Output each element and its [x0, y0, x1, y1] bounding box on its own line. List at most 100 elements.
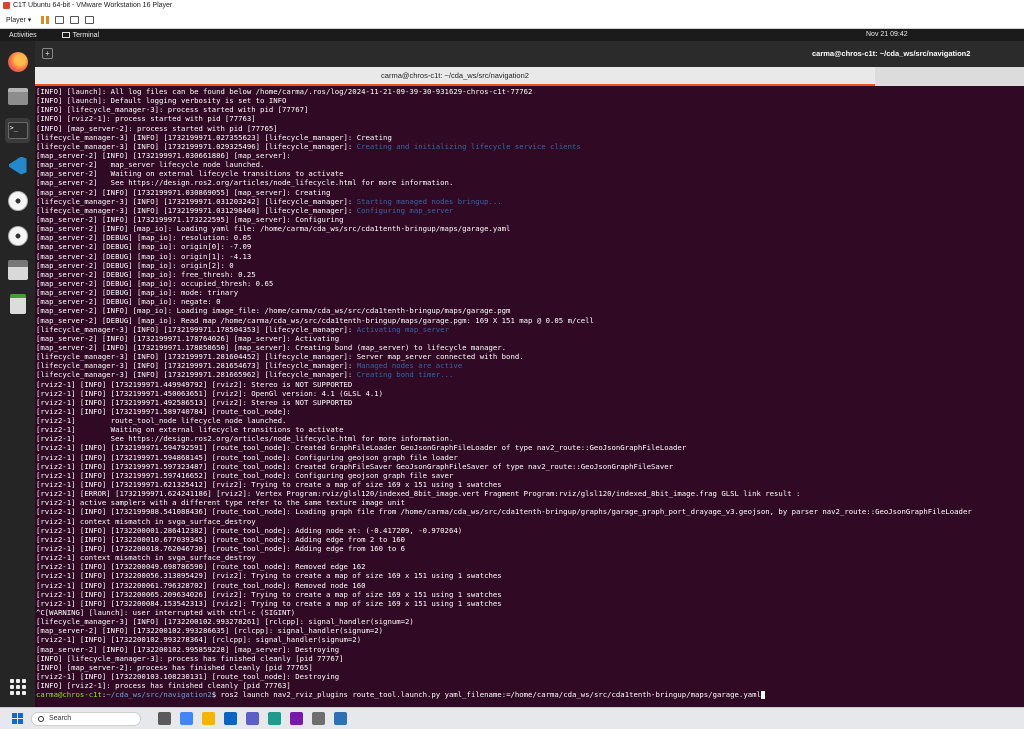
terminal-line: [map_server-2] [DEBUG] [map_io]: mode: t…: [36, 288, 1024, 297]
activities-button[interactable]: Activities: [9, 32, 37, 39]
firefox-icon: [7, 51, 28, 72]
terminal-line-text: [rviz2-1] [INFO] [1732200102.993278364] …: [36, 635, 362, 645]
terminal-line-text: [map_server-2] [DEBUG] [map_io]: origin[…: [36, 260, 234, 270]
terminal-line-text: [map_server-2] Waiting on external lifec…: [36, 169, 344, 179]
terminal-line-text: [rviz2-1] route_tool_node lifecycle node…: [36, 416, 287, 426]
chrome-icon[interactable]: [180, 712, 193, 725]
text-cursor: [760, 691, 765, 700]
file-explorer-icon[interactable]: [158, 712, 171, 725]
terminal-line-highlight: Creating bond timer...: [356, 370, 454, 380]
app-menu-label: Terminal: [72, 31, 100, 39]
taskbar-search-box[interactable]: Search: [31, 711, 141, 726]
dock-firefox[interactable]: [5, 49, 30, 74]
terminal-line-text: [rviz2-1] [INFO] [1732199971.492586513] …: [36, 397, 353, 407]
terminal-line: [map_server-2] [INFO] [map_io]: Loading …: [36, 224, 1024, 233]
teams-icon[interactable]: [246, 712, 259, 725]
terminal-line-text: [rviz2-1] active samplers with a differe…: [36, 498, 406, 508]
terminal-line-text: [rviz2-1] Waiting on external lifecycle …: [36, 425, 344, 435]
terminal-line-text: [lifecycle_manager-3] [INFO] [1732200102…: [36, 617, 414, 627]
show-applications-button[interactable]: [5, 674, 30, 699]
search-placeholder: Search: [49, 715, 72, 722]
terminal-line-text: [map_server-2] [INFO] [1732200102.993286…: [36, 626, 384, 636]
terminal-line-text: [map_server-2] [INFO] [1732199971.178858…: [36, 342, 507, 352]
remote-desktop-icon[interactable]: [334, 712, 347, 725]
terminal-line-highlight: Configuring map_server: [356, 205, 454, 215]
terminal-line-text: [map_server-2] [INFO] [1732199971.030869…: [36, 187, 331, 197]
terminal-line: [map_server-2] [INFO] [map_io]: Loading …: [36, 306, 1024, 315]
terminal-line: [map_server-2] [DEBUG] [map_io]: negate:…: [36, 297, 1024, 306]
terminal-line: [lifecycle_manager-3] [INFO] [1732199971…: [36, 206, 1024, 215]
dock-floppy[interactable]: [5, 257, 30, 282]
terminal-tab[interactable]: carma@chros-c1t: ~/cda_ws/src/navigation…: [35, 67, 875, 86]
player-menu[interactable]: Player ▾: [6, 16, 31, 24]
terminal-line: ^C[WARNING] [launch]: user interrupted w…: [36, 608, 1024, 617]
dock-files[interactable]: [5, 84, 30, 109]
terminal-line: [lifecycle_manager-3] [INFO] [1732199971…: [36, 361, 1024, 370]
terminal-line-text: [INFO] [launch]: All log files can be fo…: [36, 87, 533, 96]
outlook-icon[interactable]: [224, 712, 237, 725]
edge-icon[interactable]: [268, 712, 281, 725]
terminal-line: [rviz2-1] [INFO] [1732200056.313895429] …: [36, 571, 1024, 580]
terminal-line: [lifecycle_manager-3] [INFO] [1732199971…: [36, 142, 1024, 151]
terminal-line-text: [rviz2-1] context mismatch in svga_surfa…: [36, 553, 256, 563]
terminal-line-text: [INFO] [lifecycle_manager-3]: process ha…: [36, 653, 344, 663]
pause-icon[interactable]: [41, 15, 50, 24]
terminal-line: [map_server-2] [INFO] [1732199971.173222…: [36, 215, 1024, 224]
onenote-icon[interactable]: [290, 712, 303, 725]
prompt-path: ~/cda_ws/src/navigation2: [106, 690, 212, 700]
prompt-command: $ ros2 launch nav2_rviz_plugins route_to…: [211, 690, 761, 700]
terminal-line: [map_server-2] Waiting on external lifec…: [36, 169, 1024, 178]
dock-disc-2[interactable]: [5, 223, 30, 248]
search-icon: [38, 715, 44, 722]
terminal-line: [lifecycle_manager-3] [INFO] [1732199971…: [36, 325, 1024, 334]
vscode-icon: [8, 156, 27, 175]
dock-disc-1[interactable]: [5, 188, 30, 213]
terminal-line-text: [map_server-2] [DEBUG] [map_io]: resolut…: [36, 233, 252, 243]
show-apps-icon: [9, 678, 26, 695]
new-tab-button[interactable]: +: [42, 48, 53, 59]
vmware-icon[interactable]: [312, 712, 325, 725]
windows-start-icon[interactable]: [12, 713, 23, 724]
terminal-prompt-line[interactable]: carma@chros-c1t:~/cda_ws/src/navigation2…: [36, 690, 1024, 700]
terminal-line-highlight: Starting managed nodes bringup...: [356, 196, 502, 206]
dock-vscode[interactable]: [5, 153, 30, 178]
terminal-line-text: [rviz2-1] [INFO] [1732200049.698786590] …: [36, 562, 366, 572]
terminal-line-text: [rviz2-1] [INFO] [1732199971.594868145] …: [36, 452, 458, 462]
terminal-line-text: [map_server-2] [DEBUG] [map_io]: negate:…: [36, 297, 221, 307]
terminal-line: [rviz2-1] [INFO] [1732199971.594792591] …: [36, 443, 1024, 452]
terminal-line-text: [map_server-2] [INFO] [1732199971.173222…: [36, 214, 344, 224]
terminal-line-text: [rviz2-1] [INFO] [1732200084.153542313] …: [36, 598, 502, 608]
terminal-line: [rviz2-1] [INFO] [1732200084.153542313] …: [36, 599, 1024, 608]
terminal-icon: >_: [7, 122, 28, 139]
terminal-line: [rviz2-1] [INFO] [1732200061.796328702] …: [36, 581, 1024, 590]
send-ctrl-alt-del-icon[interactable]: [55, 15, 65, 24]
removable-devices-icon[interactable]: [70, 15, 80, 24]
taskbar-pinned-apps: [149, 712, 347, 725]
terminal-output[interactable]: [INFO] [launch]: All log files can be fo…: [35, 86, 1024, 707]
terminal-line: [rviz2-1] [INFO] [1732200103.108230131] …: [36, 672, 1024, 681]
dock-trash[interactable]: [5, 291, 30, 316]
terminal-line: [rviz2-1] context mismatch in svga_surfa…: [36, 553, 1024, 562]
clock[interactable]: Nov 21 09:42: [866, 31, 908, 38]
terminal-line: [lifecycle_manager-3] [INFO] [1732199971…: [36, 352, 1024, 361]
disc-icon: [7, 190, 28, 211]
disc-icon: [7, 225, 28, 246]
terminal-line-text: [INFO] [lifecycle_manager-3]: process st…: [36, 105, 309, 115]
terminal-line-text: [rviz2-1] context mismatch in svga_surfa…: [36, 516, 256, 526]
terminal-line: [INFO] [rviz2-1]: process started with p…: [36, 114, 1024, 123]
app-menu-terminal[interactable]: Terminal: [61, 31, 100, 39]
terminal-line: [rviz2-1] Waiting on external lifecycle …: [36, 425, 1024, 434]
terminal-line-text: [lifecycle_manager-3] [INFO] [1732199971…: [36, 141, 357, 151]
terminal-line-text: [rviz2-1] [INFO] [1732200065.209634026] …: [36, 589, 502, 599]
terminal-line-text: [lifecycle_manager-3] [INFO] [1732199971…: [36, 361, 357, 371]
terminal-line: [map_server-2] [DEBUG] [map_io]: resolut…: [36, 233, 1024, 242]
terminal-line-text: [lifecycle_manager-3] [INFO] [1732199971…: [36, 205, 357, 215]
terminal-line-text: [map_server-2] [DEBUG] [map_io]: Read ma…: [36, 315, 594, 325]
floppy-icon: [7, 259, 28, 280]
terminal-line: [rviz2-1] [ERROR] [1732199971.624241186]…: [36, 489, 1024, 498]
files-icon: [7, 88, 28, 105]
folder-icon[interactable]: [202, 712, 215, 725]
terminal-line: [map_server-2] [INFO] [1732199971.030661…: [36, 151, 1024, 160]
fullscreen-icon[interactable]: [85, 15, 95, 24]
dock-terminal[interactable]: >_: [5, 118, 30, 143]
